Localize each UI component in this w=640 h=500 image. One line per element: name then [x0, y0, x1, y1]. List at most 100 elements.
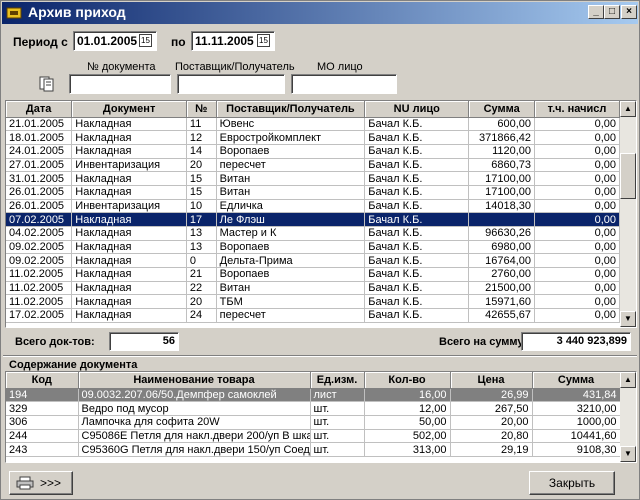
table-cell: ТБМ [216, 294, 366, 310]
table-cell: Бачал К.Б. [364, 281, 470, 296]
table-cell: Дельта-Прима [216, 253, 366, 269]
table-cell: Евростройкомплект [216, 130, 366, 145]
doc-num-input[interactable] [69, 74, 171, 94]
item-row[interactable]: 194 09.0032.207.06/50.Демпфер самоклей лис… [6, 388, 621, 403]
table-cell: Накладная [71, 185, 187, 200]
table-cell: 0,00 [534, 240, 620, 255]
document-row[interactable]: 24.01.2005 Накладная 14 Воропаев Бачал К.Б. 1… [6, 144, 620, 159]
scroll-thumb[interactable] [620, 153, 636, 199]
column-header[interactable]: № [186, 101, 217, 118]
column-header[interactable]: Наименование товара [78, 372, 311, 389]
column-header[interactable]: Документ [71, 101, 187, 118]
table-cell: 0,00 [534, 158, 620, 173]
title-bar[interactable]: Архив приход _ □ × [2, 2, 638, 24]
maximize-button[interactable]: □ [604, 5, 620, 19]
calendar-from-icon[interactable]: 15 [139, 34, 152, 47]
table-cell: 0,00 [534, 294, 620, 310]
calendar-to-icon[interactable]: 15 [257, 34, 270, 47]
table-cell: 26.01.2005 [6, 199, 73, 214]
column-header[interactable]: Ед.изм. [310, 372, 365, 389]
column-header[interactable]: Кол-во [364, 372, 451, 389]
document-row[interactable]: 09.02.2005 Накладная 0 Дельта-Прима Бачал К.… [6, 253, 620, 269]
table-cell: Инвентаризация [71, 158, 187, 173]
table-cell: 15971,60 [468, 294, 536, 310]
table-cell: 04.02.2005 [6, 226, 73, 241]
scroll-down-button[interactable]: ▼ [620, 311, 636, 327]
table-cell: 13 [186, 226, 217, 241]
table-cell: Бачал К.Б. [364, 212, 470, 227]
document-row[interactable]: 11.02.2005 Накладная 22 Витан Бачал К.Б. 2150… [6, 281, 620, 296]
item-row[interactable]: 244 C95086E Петля для накл.двери 200/уп В… [6, 429, 621, 444]
document-row[interactable]: 26.01.2005 Накладная 15 Витан Бачал К.Б. 1710… [6, 185, 620, 200]
print-button[interactable]: >>> [9, 471, 73, 495]
documents-scrollbar[interactable]: ▲ ▼ [620, 101, 636, 327]
document-row[interactable]: 04.02.2005 Накладная 13 Мастер и К Бачал К.Б… [6, 226, 620, 241]
table-cell: 22 [186, 281, 217, 296]
document-row[interactable]: 21.01.2005 Накладная 11 Ювенс Бачал К.Б. 600,… [6, 117, 620, 132]
table-cell: Воропаев [216, 144, 366, 159]
table-cell: 07.02.2005 [6, 212, 73, 227]
column-header[interactable]: Код [6, 372, 79, 389]
item-row[interactable]: 306 Лампочка для софита 20W шт. 50,00 20,00 1… [6, 415, 621, 430]
table-cell: 12,00 [364, 401, 451, 416]
column-header[interactable]: Цена [450, 372, 533, 389]
table-cell: 17100,00 [468, 171, 536, 186]
table-cell: Бачал К.Б. [364, 130, 470, 145]
supplier-input[interactable] [177, 74, 285, 94]
document-row[interactable]: 31.01.2005 Накладная 15 Витан Бачал К.Б. 1710… [6, 171, 620, 186]
sum-value: 3 440 923,899 [521, 332, 631, 351]
item-row[interactable]: 329 Ведро под мусор шт. 12,00 267,50 3210,00 [6, 401, 621, 416]
table-cell: Бачал К.Б. [364, 240, 470, 255]
column-header[interactable]: Сумма [468, 101, 536, 118]
contents-scroll-up-button[interactable]: ▲ [620, 372, 636, 388]
document-row[interactable]: 18.01.2005 Накладная 12 Евростройкомплект Ба… [6, 130, 620, 145]
table-cell: 502,00 [364, 429, 451, 444]
table-cell: шт. [310, 429, 365, 444]
mo-input[interactable] [291, 74, 397, 94]
table-cell: 21 [186, 267, 217, 282]
close-window-button[interactable]: × [621, 5, 637, 19]
document-row[interactable]: 26.01.2005 Инвентаризация 10 Едличка Бачал К… [6, 199, 620, 214]
count-value: 56 [109, 332, 179, 351]
divider [3, 355, 637, 357]
table-cell: Ле Флэш [216, 212, 366, 227]
doc-num-label: № документа [87, 61, 156, 73]
document-row[interactable]: 11.02.2005 Накладная 20 ТБМ Бачал К.Б. 15971,… [6, 294, 620, 310]
table-cell: 306 [6, 415, 79, 430]
table-cell: 21500,00 [468, 281, 536, 296]
document-row[interactable]: 09.02.2005 Накладная 13 Воропаев Бачал К.Б. 6… [6, 240, 620, 255]
column-header[interactable]: Дата [6, 101, 73, 118]
minimize-button[interactable]: _ [588, 5, 604, 19]
item-row[interactable]: 243 C95360G Петля для накл.двери 150/уп С… [6, 442, 621, 457]
table-cell: 0,00 [534, 267, 620, 282]
close-button[interactable]: Закрыть [529, 471, 615, 495]
document-row[interactable]: 11.02.2005 Накладная 21 Воропаев Бачал К.Б. 2… [6, 267, 620, 282]
column-header[interactable]: Поставщик/Получатель [216, 101, 366, 118]
documents-grid[interactable]: Дата Документ № Поставщик/Получатель NU лицо… [5, 100, 637, 328]
printer-icon [16, 476, 34, 490]
document-row[interactable]: 27.01.2005 Инвентаризация 20 пересчет Бачал … [6, 158, 620, 173]
window-title: Архив приход [28, 4, 126, 20]
app-icon [6, 7, 22, 19]
document-row[interactable]: 17.02.2005 Накладная 24 пересчет Бачал К.Б. 4… [6, 308, 620, 323]
table-cell: Бачал К.Б. [364, 294, 470, 310]
table-cell: 1120,00 [468, 144, 536, 159]
contents-grid[interactable]: Код Наименование товара Ед.изм. Кол-во Цена С… [5, 371, 637, 463]
scroll-up-button[interactable]: ▲ [620, 101, 636, 117]
contents-scroll-down-button[interactable]: ▼ [620, 446, 636, 462]
table-cell: Мастер и К [216, 226, 366, 241]
column-header[interactable]: т.ч. начисл [534, 101, 620, 118]
column-header[interactable]: Сумма [532, 372, 621, 389]
table-cell: пересчет [216, 158, 366, 173]
table-cell: Бачал К.Б. [364, 185, 470, 200]
table-cell: шт. [310, 442, 365, 457]
table-cell: 6860,73 [468, 158, 536, 173]
table-cell: Бачал К.Б. [364, 199, 470, 214]
column-header[interactable]: NU лицо [364, 101, 470, 118]
document-row[interactable]: 07.02.2005 Накладная 17 Ле Флэш Бачал К.Б. 0,… [6, 212, 620, 227]
table-cell: Накладная [71, 144, 187, 159]
mo-label: МО лицо [317, 61, 363, 73]
contents-scrollbar[interactable]: ▲ ▼ [620, 372, 636, 462]
table-cell: 31.01.2005 [6, 171, 73, 186]
table-cell: Накладная [71, 281, 187, 296]
